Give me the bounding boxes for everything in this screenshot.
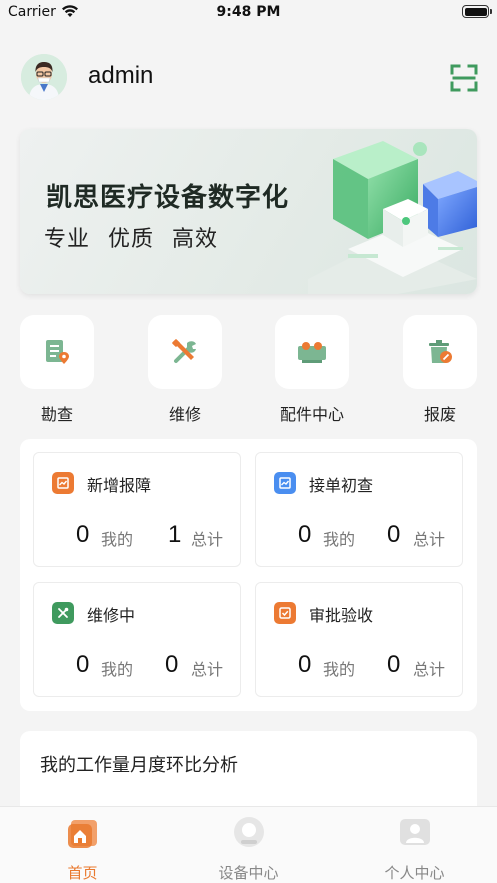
username: admin [88,62,154,89]
quick-entry-label: 维修 [168,405,201,424]
tab-home[interactable]: 首页 [0,807,165,883]
tab-bar: 首页 设备中心 个人中心 [0,806,497,883]
quick-entry-survey[interactable]: 勘查 [20,315,94,424]
stat-total-label: 总计 [191,530,224,549]
survey-icon [46,340,69,364]
banner-subtitle: 专业 优质 高效 [44,227,218,252]
battery-icon [462,5,492,18]
quick-entry-label: 报废 [423,405,456,424]
quick-entry-label: 配件中心 [279,405,344,424]
quick-entry-box[interactable] [275,315,349,389]
quick-entry-box[interactable] [20,315,94,389]
tab-profile[interactable]: 个人中心 [332,807,497,883]
chart-icon [274,472,296,494]
tab-device-center[interactable]: 设备中心 [166,807,331,883]
stat-mine-label: 我的 [323,530,356,549]
stat-total-value: 0 [387,651,401,678]
device-icon [233,817,264,847]
quick-entry-parts[interactable]: 配件中心 [275,315,349,424]
stat-card-title: 新增报障 [87,476,152,495]
parts-icon [298,342,326,363]
tab-label: 设备中心 [218,864,279,882]
stat-card-title: 审批验收 [309,606,374,625]
stat-total-value: 0 [165,651,179,678]
stats-panel: 新增报障 0 我的 1 总计 接单初查 0 我的 0 总计 维修中 0 我的 0… [20,439,477,711]
clock: 9:48 PM [216,4,281,20]
stat-mine-label: 我的 [101,530,134,549]
stat-card-new-fault[interactable]: 新增报障 0 我的 1 总计 [33,452,241,567]
stat-card-approval[interactable]: 审批验收 0 我的 0 总计 [255,582,463,697]
scan-icon[interactable] [450,64,478,92]
doctor-avatar-icon [21,54,67,100]
stat-total-label: 总计 [413,660,446,679]
stat-mine-value: 0 [76,651,90,678]
quick-entry-label: 勘查 [40,405,73,424]
quick-entry-box[interactable] [148,315,222,389]
status-bar: Carrier 9:48 PM [0,0,497,26]
stat-total-value: 1 [168,521,182,548]
tools-icon [52,602,74,624]
banner-title: 凯思医疗设备数字化 [46,183,290,213]
tab-label: 个人中心 [384,864,445,882]
section-title: 我的工作量月度环比分析 [40,755,238,776]
stat-card-title: 维修中 [87,606,136,625]
banner-illustration [308,141,477,294]
tab-label: 首页 [67,864,98,882]
chart-icon [52,472,74,494]
stat-mine-label: 我的 [101,660,134,679]
scrap-bin-icon [429,340,452,363]
quick-entry-box[interactable] [403,315,477,389]
stat-mine-value: 0 [298,521,312,548]
stat-card-title: 接单初查 [309,476,374,495]
stat-total-label: 总计 [191,660,224,679]
stat-total-label: 总计 [413,530,446,549]
repair-tools-icon [172,339,196,363]
promo-banner[interactable]: 凯思医疗设备数字化 专业 优质 高效 [20,129,477,294]
profile-icon [399,819,430,845]
quick-entry-repair[interactable]: 维修 [148,315,222,424]
home-icon [67,820,97,848]
stat-card-accept-check[interactable]: 接单初查 0 我的 0 总计 [255,452,463,567]
stat-mine-value: 0 [76,521,90,548]
stat-card-repairing[interactable]: 维修中 0 我的 0 总计 [33,582,241,697]
quick-entry-scrap[interactable]: 报废 [403,315,477,424]
stat-mine-value: 0 [298,651,312,678]
check-icon [274,602,296,624]
stat-mine-label: 我的 [323,660,356,679]
stat-total-value: 0 [387,521,401,548]
avatar[interactable] [21,54,67,100]
